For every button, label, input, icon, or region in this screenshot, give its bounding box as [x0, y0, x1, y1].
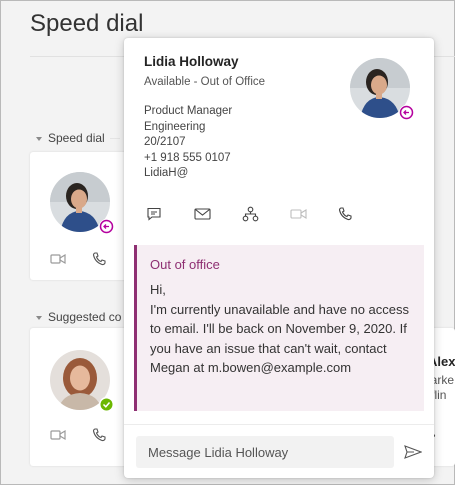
ooo-status-badge — [99, 219, 114, 234]
video-icon[interactable] — [50, 252, 66, 271]
contact-phone[interactable]: +1 918 555 0107 — [144, 151, 232, 167]
org-chart-icon — [242, 206, 259, 227]
video-icon — [290, 207, 307, 226]
phone-icon — [338, 206, 352, 226]
contact-status: Available - Out of Office — [144, 76, 266, 88]
card-actions — [50, 252, 106, 271]
contact-title: Product Manager — [144, 105, 233, 117]
section-speed-dial[interactable]: Speed dial — [36, 131, 105, 145]
contact-details: Product Manager Engineering 20/2107 +1 9… — [144, 104, 232, 182]
contact-card-popup: Lidia Holloway Available - Out of Office… — [124, 38, 434, 478]
video-icon[interactable] — [50, 428, 66, 447]
contact-office: 20/2107 — [144, 136, 186, 148]
contact-department: Engineering — [144, 120, 206, 133]
divider — [124, 424, 434, 425]
section-suggested[interactable]: Suggested co — [36, 310, 121, 324]
suggested-contact-card[interactable] — [30, 328, 130, 466]
ooo-body: I'm currently unavailable and have no ac… — [150, 301, 410, 376]
contact-name: Lidia Holloway — [144, 54, 239, 69]
mail-icon — [194, 207, 211, 226]
message-input[interactable]: Message Lidia Holloway — [136, 436, 394, 468]
ooo-greeting: Hi, — [150, 282, 166, 297]
chat-button[interactable] — [146, 206, 194, 226]
org-chart-button[interactable] — [242, 206, 290, 226]
section-divider — [110, 138, 120, 139]
contact-avatar — [350, 58, 414, 120]
ooo-title: Out of office — [150, 257, 220, 272]
card-actions — [50, 428, 106, 447]
video-call-button[interactable] — [290, 206, 338, 226]
avatar — [50, 350, 114, 412]
available-status-badge — [99, 397, 114, 412]
contact-email[interactable]: LidiaH@ — [144, 166, 232, 182]
section-speed-dial-label: Speed dial — [48, 131, 105, 145]
section-suggested-label: Suggested co — [48, 310, 122, 324]
send-button[interactable] — [404, 445, 423, 464]
out-of-office-message: Out of office Hi, I'm currently unavaila… — [134, 245, 424, 411]
collapse-triangle-icon — [36, 136, 42, 141]
page-title: Speed dial — [30, 10, 144, 37]
collapse-triangle-icon — [36, 315, 42, 320]
speed-dial-card[interactable] — [30, 152, 130, 280]
phone-icon[interactable] — [92, 252, 106, 271]
call-button[interactable] — [338, 206, 386, 226]
contact-actions — [146, 206, 386, 226]
ooo-status-badge — [399, 105, 414, 120]
phone-icon[interactable] — [92, 428, 106, 447]
email-button[interactable] — [194, 206, 242, 226]
send-icon — [404, 445, 423, 463]
chat-icon — [146, 206, 162, 227]
avatar — [50, 172, 114, 234]
